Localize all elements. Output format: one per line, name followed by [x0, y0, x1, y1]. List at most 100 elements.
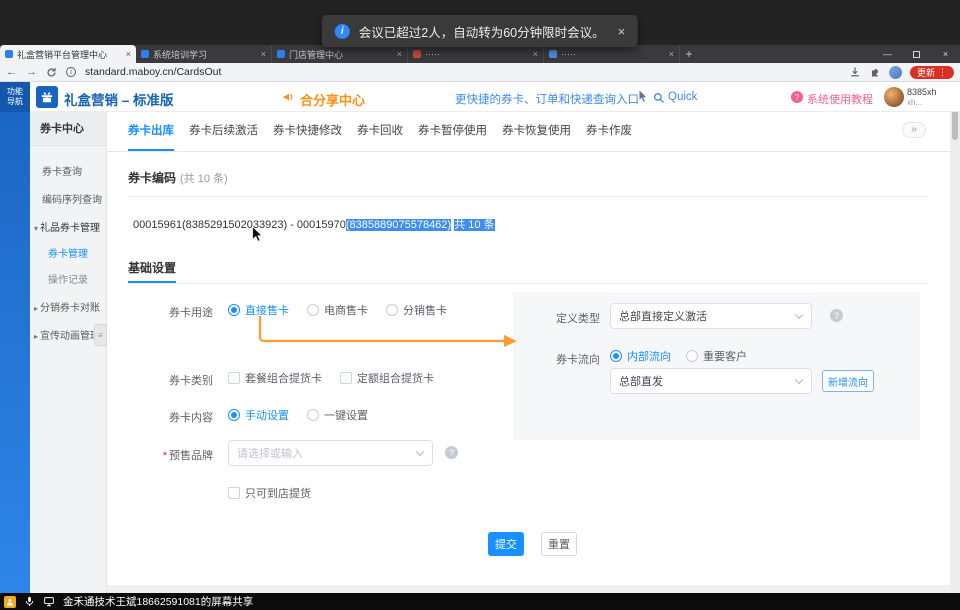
define-type-label: 定义类型 — [552, 310, 600, 326]
radio-icon — [307, 409, 319, 421]
back-icon[interactable]: ← — [6, 67, 17, 78]
window-minimize-button[interactable]: — — [873, 45, 902, 63]
window-maximize-button[interactable] — [902, 45, 931, 63]
search-icon[interactable] — [653, 91, 665, 109]
sidebar-item-card-management[interactable]: 券卡管理 — [48, 246, 88, 264]
left-nav-strip: 功能 导航 — [0, 82, 30, 593]
card-code-range: 00015961(8385291502033923) - 00015970(83… — [133, 216, 495, 232]
tab-card-later-activate[interactable]: 券卡后续激活 — [189, 112, 258, 151]
radio-label: 重要客户 — [703, 348, 747, 364]
tab-card-quick-modify[interactable]: 券卡快捷修改 — [273, 112, 342, 151]
promo-link[interactable]: 更快捷的券卡、订单和快递查询入口 — [455, 91, 639, 107]
chevron-down-icon — [795, 311, 803, 319]
usage-label: 券卡用途 — [107, 304, 213, 320]
tutorial-link[interactable]: 系统使用教程 — [807, 91, 873, 107]
tab-close-icon[interactable]: × — [397, 49, 402, 59]
help-icon[interactable]: ? — [445, 446, 458, 459]
sidebar-title: 券卡中心 — [30, 112, 107, 146]
nav-label-1: 功能 — [0, 87, 30, 97]
scrollbar-track[interactable] — [950, 82, 960, 593]
sidebar-group-gift-card-management[interactable]: ▾礼品券卡管理 — [34, 220, 100, 238]
sidebar-item-code-sequence-query[interactable]: 编码序列查询 — [42, 192, 102, 210]
user-avatar[interactable] — [884, 87, 904, 107]
checkbox-label: 套餐组合提货卡 — [245, 370, 322, 386]
tab-close-icon[interactable]: × — [669, 49, 674, 59]
microphone-icon[interactable] — [24, 596, 35, 607]
sidebar-item-card-query[interactable]: 券卡查询 — [42, 164, 82, 182]
browser-tab-1[interactable]: 礼盒营销平台管理中心 × — [0, 45, 136, 63]
radio-label: 内部流向 — [627, 348, 671, 364]
radio-one-click-setting[interactable]: 一键设置 — [307, 407, 368, 423]
sidebar-item-operation-log[interactable]: 操作记录 — [48, 272, 88, 290]
screen-share-icon[interactable] — [43, 596, 55, 607]
window-close-button[interactable]: × — [931, 45, 960, 63]
extensions-puzzle-icon[interactable] — [869, 66, 881, 78]
update-button[interactable]: 更新 ⋮ — [910, 66, 954, 79]
maximize-icon — [913, 51, 920, 58]
favicon — [141, 50, 149, 58]
add-flow-button[interactable]: 新增流向 — [822, 370, 874, 392]
tab-card-recycle[interactable]: 券卡回收 — [357, 112, 403, 151]
radio-manual-setting[interactable]: 手动设置 — [228, 407, 289, 423]
tab-close-icon[interactable]: × — [261, 49, 266, 59]
define-type-select[interactable]: 总部直接定义激活 — [610, 303, 812, 329]
divider — [128, 196, 928, 197]
browser-tab-5[interactable]: ····· × — [544, 45, 680, 63]
tutorial-icon: ? — [791, 91, 803, 103]
help-icon[interactable]: ? — [830, 309, 843, 322]
sidebar: 券卡中心 券卡查询 编码序列查询 ▾礼品券卡管理 券卡管理 操作记录 ▸分销券卡… — [30, 112, 107, 593]
submit-button[interactable]: 提交 — [488, 532, 524, 556]
nav-toggle[interactable]: 功能 导航 — [0, 82, 30, 112]
radio-important-customer[interactable]: 重要客户 — [686, 348, 747, 364]
favicon — [549, 50, 557, 58]
radio-icon — [228, 409, 240, 421]
annotation-arrow — [228, 312, 528, 354]
checkbox-package-combo-card[interactable]: 套餐组合提货卡 — [228, 370, 322, 386]
site-info-icon[interactable]: i — [66, 67, 76, 77]
share-center-link[interactable]: 合分享中心 — [300, 90, 365, 109]
address-bar[interactable]: standard.maboy.cn/CardsOut — [85, 66, 221, 78]
browser-toolbar: ← → i standard.maboy.cn/CardsOut 更新 ⋮ — [0, 63, 960, 82]
tab-card-restore[interactable]: 券卡恢复使用 — [502, 112, 571, 151]
tab-close-icon[interactable]: × — [126, 49, 131, 59]
browser-tab-2[interactable]: 系统培训学习 × — [136, 45, 272, 63]
sharer-avatar — [4, 596, 16, 608]
app-logo — [36, 86, 58, 108]
tab-card-issue[interactable]: 券卡出库 — [128, 112, 174, 151]
download-icon[interactable] — [849, 66, 861, 78]
refresh-icon[interactable] — [46, 67, 57, 78]
code-selected: (8385889075578462) — [346, 219, 451, 231]
checkbox-label: 定额组合提货卡 — [357, 370, 434, 386]
browser-tab-4[interactable]: ····· × — [408, 45, 544, 63]
collapse-chevrons-icon[interactable]: » — [902, 122, 926, 138]
reset-button[interactable]: 重置 — [541, 532, 577, 556]
brand-label-text: 预售品牌 — [169, 450, 213, 462]
tab-close-icon[interactable]: × — [533, 49, 538, 59]
browser-tab-3[interactable]: 门店管理中心 × — [272, 45, 408, 63]
radio-label: 手动设置 — [245, 407, 289, 423]
content-options: 手动设置 一键设置 — [228, 407, 368, 423]
radio-internal-flow[interactable]: 内部流向 — [610, 348, 671, 364]
share-status-text: 金禾通技术王斌18662591081的屏幕共享 — [63, 594, 253, 609]
browser-profile-avatar[interactable] — [889, 66, 902, 79]
app-title: 礼盒营销 – 标准版 — [64, 89, 174, 109]
select-value: 总部直发 — [619, 373, 663, 389]
tab-card-void[interactable]: 券卡作废 — [586, 112, 632, 151]
flow-select[interactable]: 总部直发 — [610, 368, 812, 394]
required-mark: * — [163, 450, 167, 462]
sidebar-group-distribution-reconciliation[interactable]: ▸分销券卡对账 — [34, 300, 100, 318]
flow-label: 券卡流向 — [552, 351, 600, 367]
sidebar-group-promo-animation[interactable]: ▸宣传动画管理 — [34, 328, 100, 346]
pointer-icon — [638, 90, 648, 108]
new-tab-button[interactable]: + — [680, 45, 698, 63]
sidebar-collapse-handle[interactable]: ≡ — [94, 324, 107, 346]
toast-close-icon[interactable]: × — [618, 24, 626, 39]
checkbox-fixed-amount-combo-card[interactable]: 定额组合提货卡 — [340, 370, 434, 386]
brand-select[interactable]: 请选择或输入 — [228, 440, 433, 466]
forward-icon[interactable]: → — [26, 67, 37, 78]
sidebar-group-label: 宣传动画管理 — [40, 331, 100, 342]
tab-card-suspend[interactable]: 券卡暂停使用 — [418, 112, 487, 151]
checkbox-store-pickup-only[interactable]: 只可到店提货 — [228, 485, 311, 501]
quick-search-link[interactable]: Quick — [668, 91, 697, 103]
select-value: 总部直接定义激活 — [619, 308, 707, 324]
